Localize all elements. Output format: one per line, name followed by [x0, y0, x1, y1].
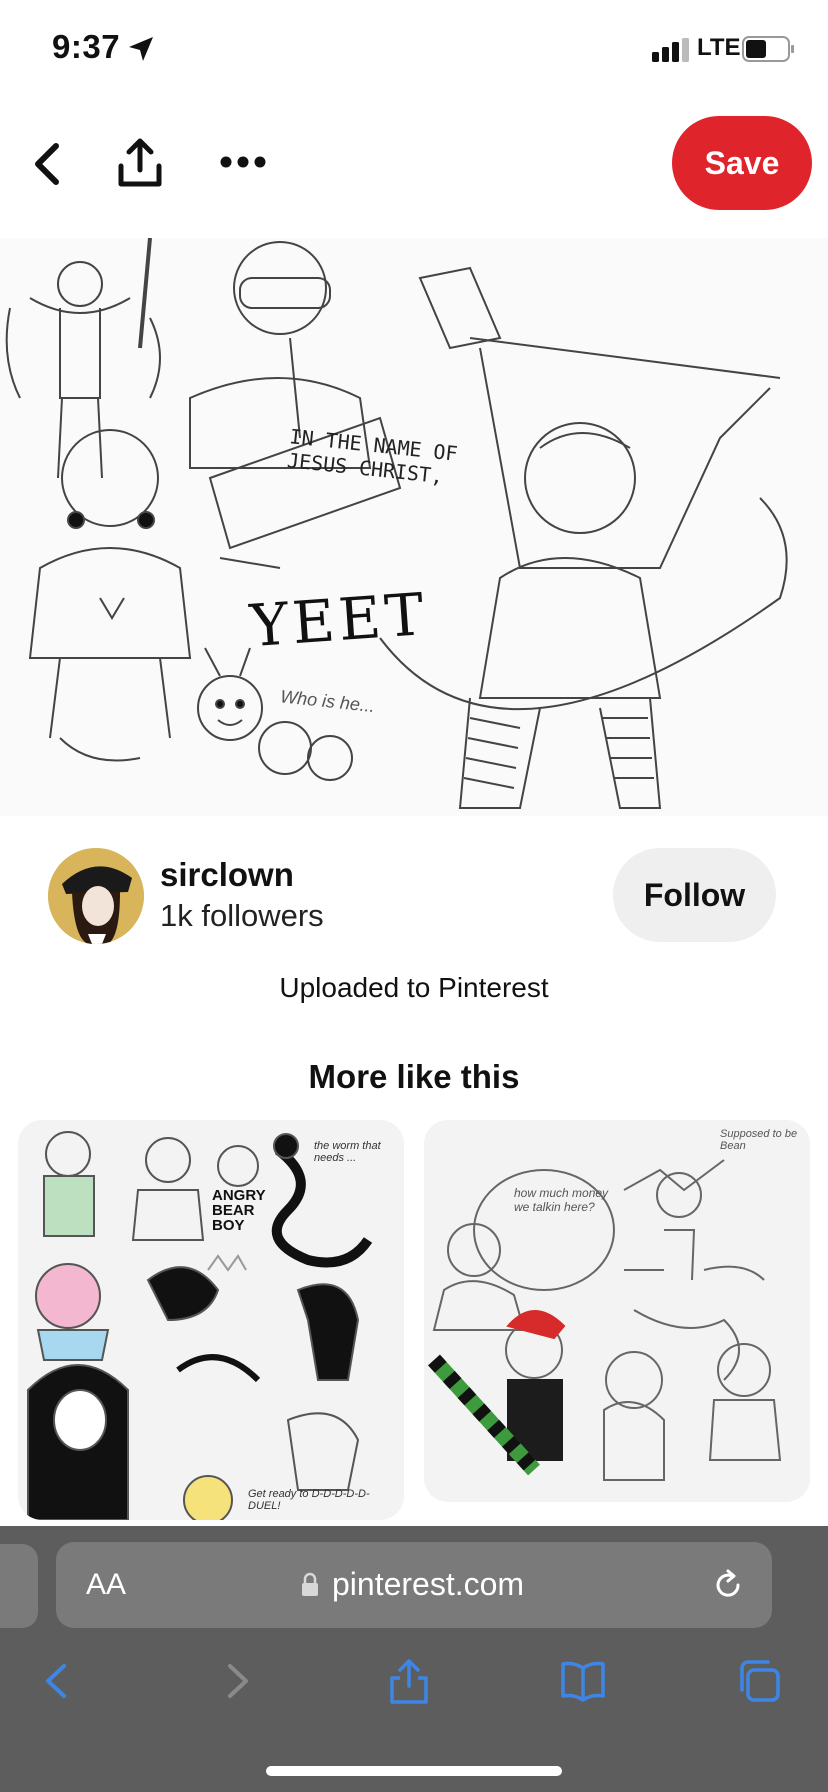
creator-avatar[interactable]	[48, 848, 144, 944]
browser-share-icon[interactable]	[386, 1658, 432, 1704]
related-pin-illustration	[27, 1131, 373, 1520]
pin-sketch-illustration	[5, 238, 788, 809]
tabs-icon[interactable]	[736, 1658, 782, 1704]
pin-image[interactable]: IN THE NAME OF JESUS CHRIST, YEET Who is…	[0, 238, 828, 816]
follow-button[interactable]: Follow	[613, 848, 776, 942]
text-size-button[interactable]: AA	[86, 1568, 126, 1602]
previous-tab-preview[interactable]	[0, 1544, 38, 1628]
related-pin-illustration	[428, 1159, 782, 1481]
related-pin-card[interactable]: how much money we talkin here? Supposed …	[424, 1120, 810, 1502]
network-type: LTE	[697, 34, 741, 61]
signal-strength-icon	[652, 38, 689, 62]
browser-back-icon[interactable]	[36, 1658, 82, 1704]
avatar-illustration	[48, 848, 144, 944]
battery-icon	[742, 36, 794, 62]
save-button[interactable]: Save	[672, 116, 812, 210]
browser-forward-icon[interactable]	[212, 1658, 258, 1704]
home-indicator	[266, 1766, 562, 1776]
url-text[interactable]: pinterest.com	[332, 1566, 524, 1603]
status-time: 9:37	[52, 28, 121, 65]
bookmarks-icon[interactable]	[560, 1658, 606, 1704]
card-text-bean: Supposed to be Bean	[720, 1128, 798, 1152]
share-icon[interactable]	[115, 136, 165, 192]
pin-text-yeet: YEET	[247, 579, 430, 661]
upload-source-text: Uploaded to Pinterest	[279, 972, 549, 1003]
more-like-this-heading: More like this	[308, 1058, 520, 1095]
creator-name[interactable]: sirclown	[160, 856, 294, 894]
follower-count: 1k followers	[160, 898, 324, 933]
card-text-duel: Get ready to D-D-D-D-D-DUEL!	[248, 1488, 370, 1512]
reload-icon[interactable]	[710, 1567, 746, 1603]
back-icon[interactable]	[26, 138, 74, 190]
card-text-angry-bear: ANGRY BEAR BOY	[212, 1187, 266, 1234]
card-text-worm: the worm that needs ...	[314, 1140, 381, 1164]
more-options-icon[interactable]	[218, 148, 268, 176]
related-pin-card[interactable]: ANGRY BEAR BOY the worm that needs ... G…	[18, 1120, 404, 1520]
lock-icon	[302, 1572, 318, 1596]
card-text-money: how much money we talkin here?	[514, 1186, 609, 1214]
location-arrow-icon	[129, 37, 153, 61]
text-size-label: AA	[86, 1568, 127, 1601]
